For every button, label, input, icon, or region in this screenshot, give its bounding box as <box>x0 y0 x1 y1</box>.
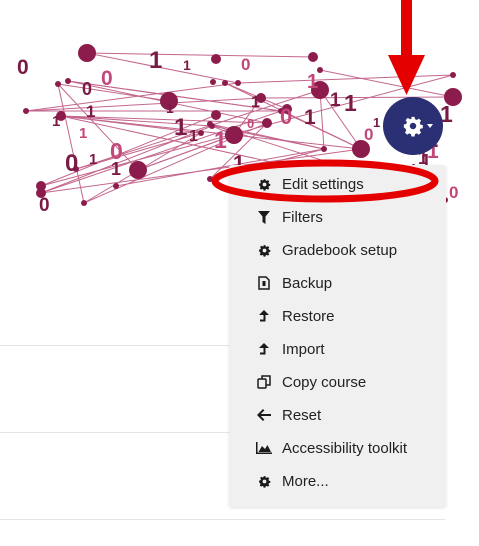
menu-item-label: More... <box>282 472 329 490</box>
filter-icon <box>256 209 272 225</box>
menu-item-gradebook-setup[interactable]: Gradebook setup <box>229 236 446 264</box>
menu-item-accessibility-toolkit[interactable]: Accessibility toolkit <box>229 434 446 462</box>
menu-item-label: Copy course <box>282 373 367 391</box>
gear-icon <box>256 176 272 192</box>
binary-digit: 1 <box>251 94 260 111</box>
binary-digit: 0 <box>39 195 50 216</box>
binary-digit: 1 <box>183 57 191 73</box>
binary-digit: 0 <box>110 138 123 164</box>
network-node <box>450 72 456 78</box>
chevron-down-icon <box>427 124 433 128</box>
binary-digit: 0 <box>17 56 29 79</box>
network-node <box>207 176 213 182</box>
binary-digit: 1 <box>330 90 341 111</box>
binary-digit: 1 <box>86 102 95 121</box>
file-backup-icon <box>256 275 272 291</box>
chart-area-icon <box>256 440 272 456</box>
binary-digit: 0 <box>280 104 292 129</box>
binary-digit: 1 <box>189 128 198 145</box>
menu-item-reset[interactable]: Reset <box>229 401 446 429</box>
menu-item-label: Import <box>282 340 325 358</box>
menu-item-edit-settings[interactable]: Edit settings <box>229 170 446 198</box>
network-node <box>235 80 241 86</box>
network-node <box>211 54 221 64</box>
menu-item-filters[interactable]: Filters <box>229 203 446 231</box>
network-node <box>65 78 71 84</box>
binary-digit: 1 <box>89 151 97 168</box>
network-node <box>210 79 216 85</box>
menu-item-copy-course[interactable]: Copy course <box>229 368 446 396</box>
network-node <box>78 44 96 62</box>
network-node <box>225 126 243 144</box>
binary-digit: 0 <box>241 55 250 74</box>
network-node <box>262 118 272 128</box>
menu-item-label: Filters <box>282 208 323 226</box>
menu-item-label: Gradebook setup <box>282 241 398 259</box>
network-node <box>81 200 87 206</box>
menu-item-label: Reset <box>282 406 322 424</box>
binary-digit: 1 <box>344 90 357 116</box>
binary-digit: 1 <box>304 106 316 129</box>
arrow-left-icon <box>256 407 272 423</box>
binary-digit: 1 <box>214 127 227 153</box>
network-node <box>222 80 228 86</box>
binary-digit: 0 <box>82 79 92 99</box>
menu-item-import[interactable]: Import <box>229 335 446 363</box>
binary-digit: 0 <box>449 183 458 202</box>
menu-item-label: Backup <box>282 274 333 292</box>
course-actions-menu: Edit settings Filters Gradebook setup Ba… <box>229 165 446 507</box>
binary-digit: 0 <box>247 116 254 131</box>
network-node <box>321 146 327 152</box>
network-node <box>23 108 29 114</box>
binary-digit: 1 <box>166 100 174 116</box>
menu-item-more[interactable]: More... <box>229 467 446 495</box>
binary-digit: 1 <box>373 115 380 130</box>
gear-icon <box>256 473 272 489</box>
menu-item-label: Accessibility toolkit <box>282 439 408 457</box>
gear-icon <box>402 115 424 137</box>
binary-digit: 1 <box>79 125 87 142</box>
binary-digit: 0 <box>101 67 113 90</box>
course-settings-button[interactable] <box>383 97 443 155</box>
copy-icon <box>256 374 272 390</box>
binary-digit: 1 <box>307 71 318 93</box>
binary-digit: 1 <box>52 113 60 130</box>
binary-digit: 1 <box>174 114 187 141</box>
network-node <box>198 130 204 136</box>
upload-arrow-icon <box>256 341 272 357</box>
binary-digit: 1 <box>149 47 162 74</box>
menu-item-backup[interactable]: Backup <box>229 269 446 297</box>
network-node <box>113 183 119 189</box>
menu-item-restore[interactable]: Restore <box>229 302 446 330</box>
upload-arrow-icon <box>256 308 272 324</box>
gear-icon <box>256 242 272 258</box>
network-node <box>207 121 213 127</box>
network-node <box>129 161 147 179</box>
binary-digit: 0 <box>65 150 78 177</box>
network-node <box>308 52 318 62</box>
network-node <box>211 110 221 120</box>
menu-item-label: Restore <box>282 307 335 325</box>
menu-item-label: Edit settings <box>282 175 364 193</box>
section-divider <box>0 519 445 520</box>
network-node <box>55 81 61 87</box>
